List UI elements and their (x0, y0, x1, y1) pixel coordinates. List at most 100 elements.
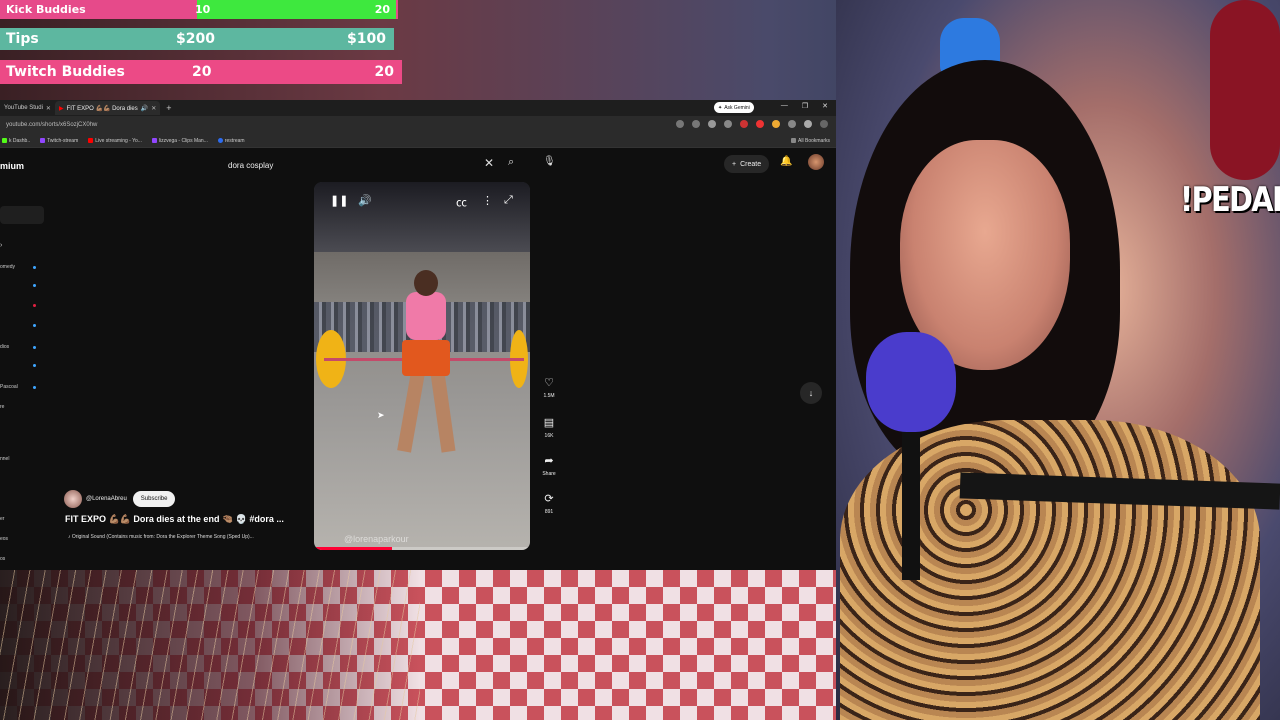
close-window-button[interactable]: ✕ (822, 102, 828, 110)
zoom-icon[interactable] (676, 120, 684, 128)
volume-icon[interactable]: 🔊 (358, 194, 372, 207)
subscribe-button[interactable]: Subscribe (132, 491, 176, 507)
star-icon[interactable] (708, 120, 716, 128)
menu-icon[interactable] (820, 120, 828, 128)
live-dot-icon (33, 304, 36, 307)
sidebar-item[interactable]: re (0, 404, 4, 410)
kick-icon (2, 138, 7, 143)
live-dot-icon (33, 346, 36, 349)
clear-search-icon[interactable]: ✕ (484, 156, 494, 170)
tips-current: $200 (176, 31, 215, 47)
tab-bar: YouTube Studi ✕ ▶ FIT EXPO 💪🏽💪🏽 Dora die… (0, 100, 836, 116)
next-video-button[interactable]: ↓ (800, 382, 822, 404)
puzzle-icon[interactable] (788, 120, 796, 128)
sidebar-item[interactable]: nnel (0, 456, 9, 462)
profile-icon[interactable] (804, 120, 812, 128)
mic-icon[interactable]: 🎙 (543, 156, 556, 167)
fullscreen-icon[interactable]: ⤢ (504, 194, 513, 207)
arrow-down-icon: ↓ (808, 388, 814, 398)
bookmark-label: k Dashb.. (9, 137, 31, 144)
extension-icon[interactable] (756, 120, 764, 128)
shorts-video-player[interactable]: ❚❚ 🔊 ㏄ ⋮ ⤢ @lorenaparkour (314, 182, 530, 550)
search-input[interactable]: dora cosplay (222, 156, 502, 174)
search-icon[interactable]: ⌕ (508, 156, 514, 169)
captions-icon[interactable]: ㏄ (456, 194, 467, 210)
sidebar-item[interactable]: eos (0, 536, 8, 542)
share-button[interactable]: ➦ Share (536, 454, 562, 477)
tab-fit-expo[interactable]: ▶ FIT EXPO 💪🏽💪🏽 Dora dies 🔊 ✕ (54, 101, 161, 115)
tab-youtube-studio[interactable]: YouTube Studi ✕ (0, 101, 55, 115)
url-text[interactable]: youtube.com/shorts/x6SozjCX0hw (6, 122, 97, 128)
comment-button[interactable]: ▤ 16K (536, 416, 562, 439)
pedal-command-text: !PEDAL (1180, 180, 1280, 220)
address-bar[interactable]: youtube.com/shorts/x6SozjCX0hw (0, 116, 836, 134)
cast-icon[interactable] (692, 120, 700, 128)
channel-name[interactable]: @LorenaAbreu (86, 496, 127, 502)
expo-hall-ceiling (314, 182, 530, 252)
comment-icon: ▤ (543, 417, 555, 429)
twitch-buddies-label: Twitch Buddies (6, 64, 125, 80)
person-head (414, 270, 438, 296)
close-icon[interactable]: ✕ (46, 105, 51, 112)
sidebar-item[interactable]: dios (0, 344, 9, 350)
more-icon[interactable]: ⋮ (482, 194, 493, 207)
live-dot-icon (33, 386, 36, 389)
sidebar-item[interactable]: Pascoal (0, 384, 18, 390)
twitch-buddies-current: 20 (192, 64, 212, 80)
youtube-icon: ▶ (58, 105, 64, 112)
person-top (406, 292, 446, 340)
remix-button[interactable]: ⟳ 891 (536, 492, 562, 515)
twitch-buddies-goal: 20 (374, 64, 394, 80)
mic-stand (902, 420, 920, 580)
kick-buddies-label: Kick Buddies (6, 3, 86, 16)
share-icon: ➦ (544, 455, 554, 467)
video-watermark: @lorenaparkour (344, 534, 409, 544)
create-button[interactable]: + Create (724, 155, 770, 173)
sidebar-item[interactable]: os (0, 556, 5, 562)
avatar[interactable] (64, 490, 82, 508)
video-progress-bar[interactable] (314, 547, 530, 550)
sidebar-item[interactable]: omedy (0, 264, 15, 270)
ask-gemini-button[interactable]: ✦ Ask Gemini (714, 102, 754, 113)
bookmark-live-streaming[interactable]: Live streaming - Yo... (88, 138, 142, 144)
bookmarks-bar: k Dashb.. Twitch-stream Live streaming -… (0, 134, 836, 148)
restream-icon (217, 138, 223, 143)
extension-icon[interactable] (740, 120, 748, 128)
window-controls: — ❐ ✕ (781, 102, 828, 110)
youtube-premium-logo[interactable]: mium (0, 161, 24, 171)
kick-buddies-bar: Kick Buddies 10 20 (0, 0, 398, 19)
microphone (866, 332, 956, 432)
kick-buddies-progress-fill (197, 0, 396, 19)
minimize-button[interactable]: — (781, 102, 788, 110)
close-icon[interactable]: ✕ (151, 105, 156, 112)
sidebar-item[interactable]: er (0, 516, 4, 522)
tips-goal: $100 (347, 31, 386, 47)
comment-count: 16K (544, 433, 554, 439)
bookmark-clips[interactable]: lizzvega - Clips Man... (151, 138, 208, 144)
all-bookmarks-button[interactable]: All Bookmarks (791, 138, 830, 144)
twitch-buddies-bar: Twitch Buddies 20 20 (0, 60, 402, 84)
extension-icon[interactable] (772, 120, 780, 128)
speaker-icon[interactable]: 🔊 (141, 105, 148, 112)
new-tab-button[interactable]: + (160, 103, 177, 113)
bookmark-restream[interactable]: restream (217, 138, 245, 144)
extension-icon[interactable] (724, 120, 732, 128)
restore-button[interactable]: ❐ (802, 102, 808, 110)
video-title[interactable]: FIT EXPO 💪🏽💪🏽 Dora dies at the end 🤏🏽 💀 … (65, 514, 284, 525)
pause-icon[interactable]: ❚❚ (330, 194, 348, 207)
share-label: Share (542, 471, 556, 477)
ask-gemini-label: Ask Gemini (724, 104, 750, 111)
like-button[interactable]: ♡ 1.5M (536, 376, 562, 399)
channel-row: @LorenaAbreu Subscribe (64, 490, 176, 508)
all-bookmarks-label: All Bookmarks (798, 137, 830, 144)
heart-icon: ♡ (544, 377, 554, 389)
bookmark-twitch[interactable]: Twitch-stream (40, 138, 78, 144)
bookmark-label: Live streaming - Yo... (95, 137, 142, 144)
chevron-right-icon[interactable]: › (0, 242, 2, 249)
video-sound[interactable]: ♪ Original Sound (Contains music from: D… (68, 534, 254, 540)
bookmark-kick[interactable]: k Dashb.. (2, 138, 30, 144)
avatar[interactable] (808, 154, 824, 170)
bell-icon[interactable]: 🔔 (780, 156, 792, 167)
extension-icons (676, 120, 828, 128)
live-dot-icon (33, 364, 36, 367)
